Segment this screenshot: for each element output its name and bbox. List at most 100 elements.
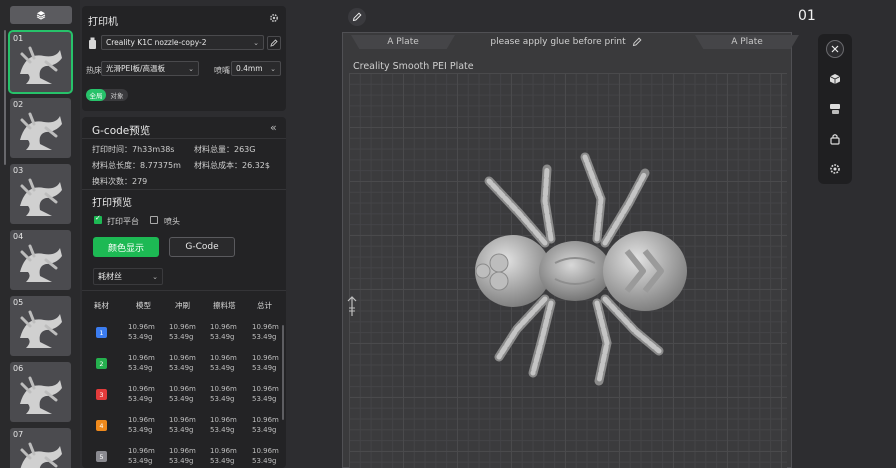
bed-checkbox-label: 打印平台	[107, 217, 139, 226]
view-type-select[interactable]: 耗材丝 ⌄	[93, 268, 163, 285]
table-cell: 10.96m 53.49g	[210, 354, 237, 372]
table-cell: 10.96m 53.49g	[128, 447, 155, 465]
plate-thumbnail-number: 06	[13, 364, 24, 373]
plate-thumbnail-strip: 01 02 03 04 05 06 07	[0, 0, 80, 468]
filament-swatch[interactable]: 4	[96, 420, 107, 431]
table-row: 3 10.96m 53.49g 10.96m 53.49g 10.96m 53.49g…	[82, 381, 286, 411]
scope-toggle: 全局 对象	[86, 89, 128, 101]
build-plate[interactable]: A Plate please apply glue before print A…	[342, 32, 799, 468]
table-scrollbar[interactable]	[282, 325, 284, 420]
lock-plate-button[interactable]	[826, 130, 844, 148]
plate-thumbnail[interactable]: 03	[10, 164, 71, 224]
printer-settings-button[interactable]	[268, 12, 280, 24]
view-type-value: 耗材丝	[98, 272, 122, 281]
table-cell: 10.96m 53.49g	[210, 323, 237, 341]
print-time: 打印时间：7h33m38s	[92, 145, 175, 154]
print-preview-title: 打印预览	[92, 198, 132, 209]
printer-title: 打印机	[88, 17, 118, 28]
plate-thumbnail-number: 03	[13, 166, 24, 175]
nozzle-size-value: 0.4mm	[236, 64, 263, 73]
toggle-global[interactable]: 全局	[86, 89, 106, 101]
close-plate-button[interactable]	[826, 40, 844, 58]
spider-model[interactable]	[459, 151, 699, 391]
filament-swatch[interactable]: 2	[96, 358, 107, 369]
cube-icon	[829, 74, 841, 84]
chevron-down-icon: ⌄	[188, 65, 194, 73]
edit-plate-button[interactable]	[348, 8, 366, 26]
layers-icon	[36, 11, 46, 20]
plate-thumbnail[interactable]: 01	[8, 30, 73, 94]
plate-tab-right[interactable]: A Plate	[695, 35, 799, 49]
divider	[82, 138, 286, 139]
printer-preset-select[interactable]: Creality K1C nozzle-copy-2 ⌄	[101, 35, 264, 50]
auto-arrange-button[interactable]	[826, 100, 844, 118]
plate-thumbnail[interactable]: 07	[10, 428, 71, 468]
total-length: 材料总长度：8.77375m	[92, 161, 181, 170]
nozzle-label: 喷嘴	[214, 66, 230, 75]
pencil-icon	[270, 39, 278, 47]
filament-swatch[interactable]: 5	[96, 451, 107, 462]
table-cell: 10.96m 53.49g	[128, 323, 155, 341]
axis-marker-icon	[347, 296, 357, 316]
col-model: 模型	[136, 301, 151, 310]
table-cell: 10.96m 53.49g	[128, 416, 155, 434]
gcode-title: G-code预览	[92, 125, 151, 137]
table-cell: 10.96m 53.49g	[210, 447, 237, 465]
divider	[82, 189, 286, 190]
plate-thumbnail[interactable]: 05	[10, 296, 71, 356]
plate-thumbnail-number: 02	[13, 100, 24, 109]
table-row: 1 10.96m 53.49g 10.96m 53.49g 10.96m 53.49g…	[82, 319, 286, 349]
model-thumbnail-icon	[20, 46, 62, 84]
plate-number: 01	[798, 8, 816, 24]
divider	[82, 290, 286, 291]
edit-preset-button[interactable]	[267, 36, 281, 50]
bed-type-select[interactable]: 光滑PEI板/高温板 ⌄	[101, 61, 199, 76]
plate-name: Creality Smooth PEI Plate	[353, 61, 474, 72]
gcode-preview-panel: G-code预览 « 打印时间：7h33m38s 材料总量：263G 材料总长度…	[82, 117, 286, 468]
plate-thumbnail[interactable]: 04	[10, 230, 71, 290]
table-cell: 10.96m 53.49g	[128, 385, 155, 403]
plate-toolbar	[818, 34, 852, 184]
nozzle-checkbox[interactable]	[150, 216, 158, 224]
plate-settings-button[interactable]	[826, 160, 844, 178]
plate-thumbnail[interactable]: 02	[10, 98, 71, 158]
model-thumbnail-icon	[20, 178, 62, 216]
filament-swatch[interactable]: 1	[96, 327, 107, 338]
plate-thumbnail-number: 04	[13, 232, 24, 241]
printer-panel: 打印机 Creality K1C nozzle-copy-2 ⌄ 热床 光滑PE…	[82, 6, 286, 111]
col-prime-tower: 擦料塔	[213, 301, 236, 310]
plate-tab-left[interactable]: A Plate	[351, 35, 455, 49]
col-flush: 冲刷	[175, 301, 190, 310]
lock-icon	[830, 134, 840, 145]
slicer-app: 01 02 03 04 05 06 07 打印机 Creality K1C nozzle-c…	[0, 0, 896, 468]
auto-orient-button[interactable]	[826, 70, 844, 88]
chevron-down-icon: ⌄	[253, 39, 259, 47]
3d-viewport[interactable]: 01 A Plate please apply glue before prin…	[288, 0, 896, 468]
table-row: 2 10.96m 53.49g 10.96m 53.49g 10.96m 53.49g…	[82, 350, 286, 380]
chevron-down-icon: ⌄	[152, 273, 158, 281]
plate-thumbnail[interactable]: 06	[10, 362, 71, 422]
table-cell: 10.96m 53.49g	[252, 354, 279, 372]
pencil-icon	[632, 37, 642, 47]
color-display-button[interactable]: 颜色显示	[93, 237, 159, 257]
thumbnail-scrollbar[interactable]	[4, 30, 6, 165]
arrange-icon	[830, 104, 840, 114]
toggle-object[interactable]: 对象	[106, 89, 128, 101]
printer-icon	[86, 36, 98, 50]
filament-swatch[interactable]: 3	[96, 389, 107, 400]
pencil-icon	[352, 12, 362, 22]
collapse-panel-button[interactable]: «	[270, 121, 277, 134]
gear-icon	[270, 14, 278, 22]
bed-type-value: 光滑PEI板/高温板	[106, 64, 165, 73]
gcode-view-button[interactable]: G-Code	[169, 237, 235, 257]
bed-checkbox[interactable]	[94, 214, 102, 224]
layers-toggle-button[interactable]	[10, 6, 72, 24]
table-cell: 10.96m 53.49g	[169, 447, 196, 465]
col-filament: 耗材	[94, 301, 109, 310]
bed-label: 热床	[86, 66, 102, 75]
table-cell: 10.96m 53.49g	[169, 354, 196, 372]
table-cell: 10.96m 53.49g	[210, 385, 237, 403]
table-cell: 10.96m 53.49g	[252, 385, 279, 403]
nozzle-size-select[interactable]: 0.4mm ⌄	[231, 61, 281, 76]
plate-thumbnail-number: 07	[13, 430, 24, 439]
